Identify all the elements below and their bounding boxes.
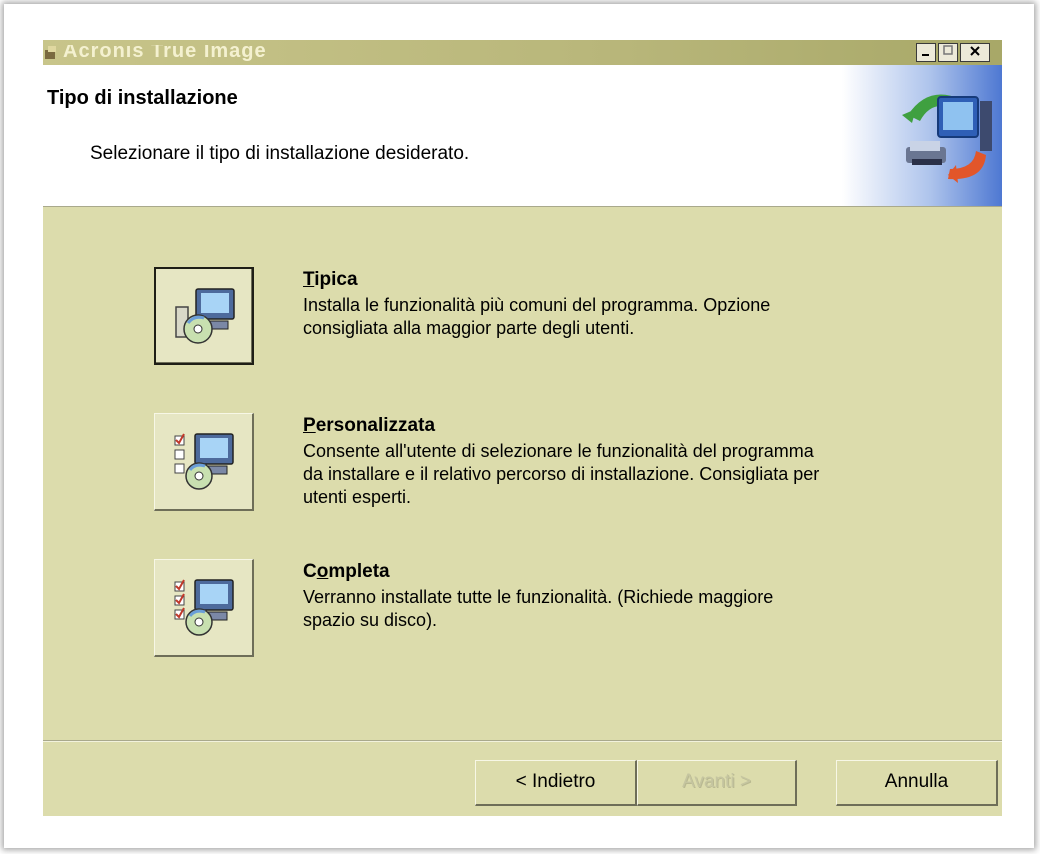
option-description-custom: Consente all'utente di selezionare le fu… [303,440,923,509]
mnemonic-complete: o [316,561,329,582]
custom-install-icon [174,433,234,490]
app-icon [45,46,56,59]
maximize-icon [943,45,953,55]
option-description-line: consigliata alla maggior parte degli ute… [303,318,635,338]
computer-install-icon [902,94,992,183]
page-subtitle: Selezionare il tipo di installazione des… [90,143,470,164]
option-title-custom: Personalizzata [303,415,435,437]
title-bar[interactable]: Acronis True Image [43,40,1002,65]
typical-install-icon [175,288,235,344]
option-description-line: utenti esperti. [303,487,412,507]
maximize-button[interactable] [938,43,958,62]
window-title: Acronis True Image [63,40,267,62]
option-description-typical: Installa le funzionalità più comuni del … [303,294,923,340]
option-description-line: Consente all'utente di selezionare le fu… [303,441,814,461]
complete-install-icon [174,579,234,636]
close-icon [970,46,980,56]
option-title-typical-rest: ipica [314,269,358,290]
option-description-line: Installa le funzionalità più comuni del … [303,295,771,315]
option-title-complete-prefix: C [303,561,317,582]
complete-install-button[interactable] [154,559,254,657]
next-button-label: Avanti > [682,771,751,792]
page-title: Tipo di installazione [47,87,238,109]
footer-divider [43,740,1002,742]
custom-install-button[interactable] [154,413,254,511]
minimize-button[interactable] [916,43,936,62]
typical-install-button[interactable] [154,267,254,365]
option-title-complete-rest: mpleta [328,561,390,582]
option-title-custom-rest: ersonalizzata [315,415,436,436]
minimize-icon [922,54,929,56]
installer-window: Acronis True Image Tipo di installazione… [43,40,1002,816]
cancel-button[interactable]: Annulla [836,760,998,806]
option-title-complete: Completa [303,561,390,583]
back-button[interactable]: < Indietro [475,760,637,806]
close-button[interactable] [960,43,990,62]
wizard-header: Tipo di installazione Selezionare il tip… [43,65,1002,207]
next-button[interactable]: Avanti > [637,760,797,806]
option-description-complete: Verranno installate tutte le funzionalit… [303,586,923,632]
option-description-line: Verranno installate tutte le funzionalit… [303,587,774,607]
option-description-line: da installare e il relativo percorso di … [303,464,820,484]
option-description-line: spazio su disco). [303,610,438,630]
mnemonic-custom: P [303,415,316,436]
option-title-typical: Tipica [303,269,358,291]
mnemonic-typical: T [303,269,315,290]
